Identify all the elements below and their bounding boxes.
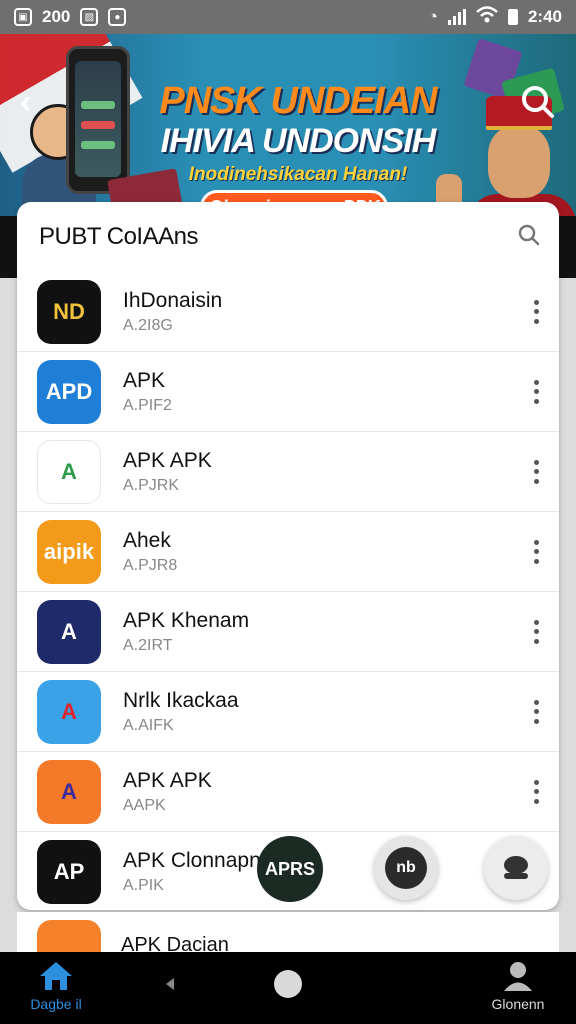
app-subtitle: A.AIFK [123, 716, 174, 734]
app-subtitle: A.2I8G [123, 316, 173, 334]
banner-headline: PNSK UNDEIAN [159, 80, 437, 122]
profile-icon [504, 962, 532, 991]
app-subtitle: A.PJRK [123, 476, 180, 494]
app-icon: AP [37, 840, 101, 904]
more-options-icon[interactable] [529, 299, 543, 324]
app-name: APK Khenam [123, 608, 250, 632]
app-subtitle: A.PIK [123, 877, 164, 894]
list-item[interactable]: A APK APK A.PJRK [17, 432, 559, 512]
app-notification-icon: ● [108, 8, 127, 26]
list-item[interactable]: aipik Ahek A.PJR8 [17, 512, 559, 592]
status-time-right: 2:40 [527, 7, 562, 26]
more-options-icon[interactable] [529, 619, 543, 644]
image-icon: ▨ [80, 8, 99, 26]
status-time-left: 200 [42, 7, 71, 26]
alert-icon: ◔ [427, 7, 438, 26]
app-name: APK APK [123, 768, 212, 792]
app-subtitle: AAPK [123, 796, 166, 814]
app-subtitle: A.PJR8 [123, 556, 178, 574]
list-item-text: APK Khenam A.2IRT [123, 609, 249, 655]
banner-subheadline: IHIVIA UNDONSIH [160, 122, 437, 160]
fab-main-button[interactable]: APRS [257, 836, 323, 902]
fab-secondary-label: nb [396, 859, 416, 876]
app-list: ND IhDonaisin A.2I8G APD APK A.PIF2 A APK APK A.… [17, 272, 559, 910]
list-item-text: APK A.PIF2 [123, 369, 172, 415]
list-item-text: APK APK AAPK [123, 769, 212, 815]
back-arrow-icon[interactable]: ‹ [20, 85, 56, 122]
list-item-partial[interactable]: APK Dacian [17, 912, 559, 956]
app-icon: ND [37, 279, 101, 344]
nav-back-icon[interactable] [166, 978, 174, 990]
app-icon: APD [37, 359, 101, 424]
app-name: Ahek [123, 528, 171, 552]
list-item[interactable]: A APK Khenam A.2IRT [17, 592, 559, 672]
app-icon: aipik [37, 519, 101, 584]
signal-icon [447, 9, 466, 25]
list-item[interactable]: ND IhDonaisin A.2I8G [17, 272, 559, 352]
man-illustration [488, 126, 550, 198]
bottom-navigation: Dagbe il Glonenn [0, 952, 576, 1024]
list-item-text: APK Clonnapn A.PIK [123, 849, 261, 895]
app-icon: A [37, 679, 101, 744]
app-icon [37, 920, 101, 954]
status-bar: ▣ 200 ▨ ● ◔ 2:40 [0, 0, 576, 34]
banner-tagline: Inodinehsikacan Hanan! [188, 164, 408, 185]
list-item-text: APK APK A.PJRK [123, 449, 212, 495]
banner-search-icon[interactable] [516, 80, 560, 124]
app-icon: A [37, 599, 101, 664]
app-subtitle: A.PIF2 [123, 396, 172, 414]
fab-chat-button[interactable] [484, 836, 548, 900]
more-options-icon[interactable] [529, 379, 543, 404]
list-item[interactable]: A Nrlk Ikackaa A.AIFK [17, 672, 559, 752]
app-name: APK APK [123, 448, 212, 472]
promo-banner[interactable]: PNSK UNDEIAN IHIVIA UNDONSIH Inodinehsik… [0, 34, 576, 216]
app-name: APK [123, 368, 166, 392]
list-item[interactable]: APD APK A.PIF2 [17, 352, 559, 432]
fab-main-label: APRS [264, 858, 315, 879]
nav-home-label: Dagbe il [30, 996, 82, 1012]
list-item-text: Ahek A.PJR8 [123, 529, 177, 575]
list-item-text: Nrlk Ikackaa A.AIFK [123, 689, 239, 735]
more-options-icon[interactable] [529, 539, 543, 564]
app-name: Nrlk Ikackaa [123, 688, 239, 712]
app-list-card: PUBT CoIAAns ND IhDonaisin A.2I8G APD APK A.P… [17, 202, 559, 910]
app-name: APK Clonnapn [123, 849, 261, 872]
nav-profile-label: Glonenn [491, 996, 545, 1012]
fab-secondary-icon: nb [385, 847, 427, 889]
app-icon: A [37, 759, 101, 824]
more-options-icon[interactable] [529, 699, 543, 724]
app-subtitle: A.2IRT [123, 636, 173, 654]
home-icon [40, 962, 72, 990]
nav-profile[interactable]: Glonenn [486, 960, 550, 1018]
notification-icon: ▣ [14, 8, 32, 26]
list-item-text: IhDonaisin A.2I8G [123, 289, 222, 335]
nav-home[interactable]: Dagbe il [20, 960, 92, 1018]
app-icon: A [37, 439, 101, 504]
more-options-icon[interactable] [529, 459, 543, 484]
phone-illustration [66, 46, 130, 194]
more-options-icon[interactable] [529, 779, 543, 804]
card-title: PUBT CoIAAns [39, 223, 198, 250]
battery-icon [507, 9, 518, 25]
chat-bubble-icon [504, 856, 528, 879]
nav-home-circle-icon[interactable] [274, 970, 302, 998]
app-name: IhDonaisin [123, 288, 223, 312]
fab-secondary-button[interactable]: nb [374, 836, 438, 900]
card-search-icon[interactable] [517, 223, 541, 252]
wifi-icon [476, 5, 498, 29]
card-header: PUBT CoIAAns [17, 202, 559, 272]
list-item[interactable]: A APK APK AAPK [17, 752, 559, 832]
